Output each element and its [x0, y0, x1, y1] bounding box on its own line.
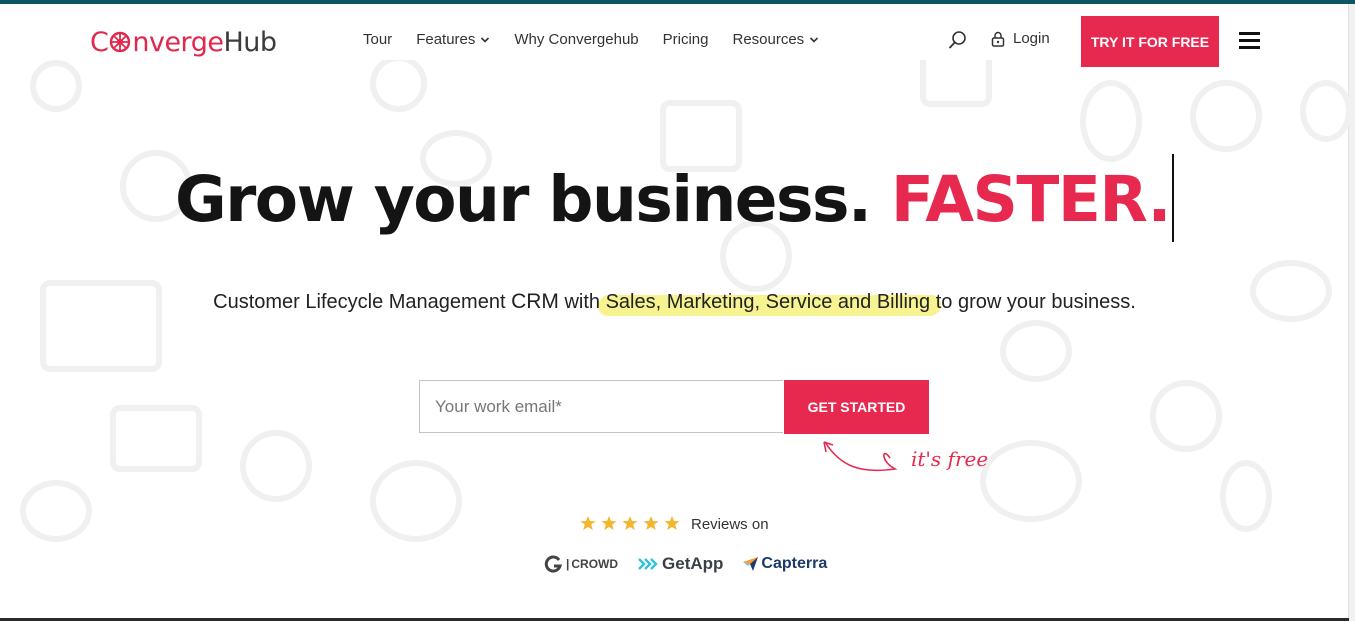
rating-stars: [580, 515, 685, 531]
hamburger-menu-icon[interactable]: [1239, 32, 1260, 50]
capterra-arrow-icon: [743, 557, 759, 571]
page-scrollbar[interactable]: [1348, 4, 1355, 621]
convergehub-logo[interactable]: C nverge Hub: [90, 25, 277, 59]
chevron-down-icon: [810, 36, 819, 43]
login-label: Login: [1013, 30, 1050, 47]
chevron-down-icon: [481, 36, 490, 43]
top-accent-bar: [0, 0, 1355, 4]
star-icon: [601, 516, 617, 530]
star-icon: [622, 516, 638, 530]
headline-accent: FASTER.: [890, 163, 1172, 237]
try-it-for-free-button[interactable]: TRY IT FOR FREE: [1081, 16, 1219, 67]
nav-why-label: Why Convergehub: [514, 31, 639, 48]
logo-wheel-icon: [110, 31, 131, 53]
subtitle-start: Customer Lifecycle Management: [213, 291, 512, 313]
subtitle-with: with: [558, 291, 606, 313]
g2-crowd-text: CROWD: [571, 557, 619, 571]
its-free-note: it's free: [911, 447, 989, 471]
star-icon: [643, 516, 659, 530]
search-icon[interactable]: [948, 30, 968, 50]
work-email-input[interactable]: [419, 380, 783, 433]
nav-features-label: Features: [416, 31, 476, 48]
star-icon: [580, 516, 596, 530]
capterra-text: Capterra: [761, 555, 828, 572]
star-icon: [664, 516, 680, 530]
nav-why-convergehub[interactable]: Why Convergehub: [514, 31, 638, 48]
nav-tour-label: Tour: [363, 31, 393, 48]
nav-resources[interactable]: Resources: [732, 31, 819, 48]
nav-features[interactable]: Features: [416, 31, 490, 48]
headline-main: Grow your business.: [175, 163, 872, 237]
background-doodles: [0, 60, 1349, 620]
nav-tour[interactable]: Tour: [363, 31, 392, 48]
subtitle-highlight: Sales, Marketing, Service and Billing: [605, 291, 931, 313]
getapp-chevrons-icon: [638, 558, 658, 570]
reviews-on-label: Reviews on: [691, 516, 769, 533]
subtitle-crm: CRM: [511, 290, 559, 313]
logo-text-nverge: nverge: [132, 26, 224, 58]
capterra-logo[interactable]: Capterra: [743, 555, 827, 573]
getapp-logo[interactable]: GetApp: [638, 554, 723, 574]
login-link[interactable]: Login: [991, 30, 1050, 47]
logo-letter-c: C: [90, 26, 109, 58]
nav-pricing[interactable]: Pricing: [663, 31, 709, 48]
typing-caret: [1171, 154, 1174, 242]
g2-logo-icon: [544, 555, 563, 573]
get-started-button[interactable]: GET STARTED: [784, 380, 929, 434]
g2-crowd-logo[interactable]: | CROWD: [544, 554, 618, 574]
review-site-logos: | CROWD GetApp Capterra: [544, 554, 827, 574]
hero-headline: Grow your business. FASTER.: [0, 154, 1349, 248]
nav-pricing-label: Pricing: [662, 31, 709, 48]
subtitle-end: to grow your business.: [930, 291, 1136, 313]
logo-text-hub: Hub: [223, 26, 277, 58]
nav-resources-label: Resources: [732, 31, 805, 48]
getapp-text: GetApp: [662, 554, 724, 573]
lock-icon: [991, 31, 1005, 47]
hero-subtitle: Customer Lifecycle Management CRM with S…: [0, 290, 1349, 314]
main-nav: Tour Features Why Convergehub Pricing Re…: [363, 31, 843, 48]
